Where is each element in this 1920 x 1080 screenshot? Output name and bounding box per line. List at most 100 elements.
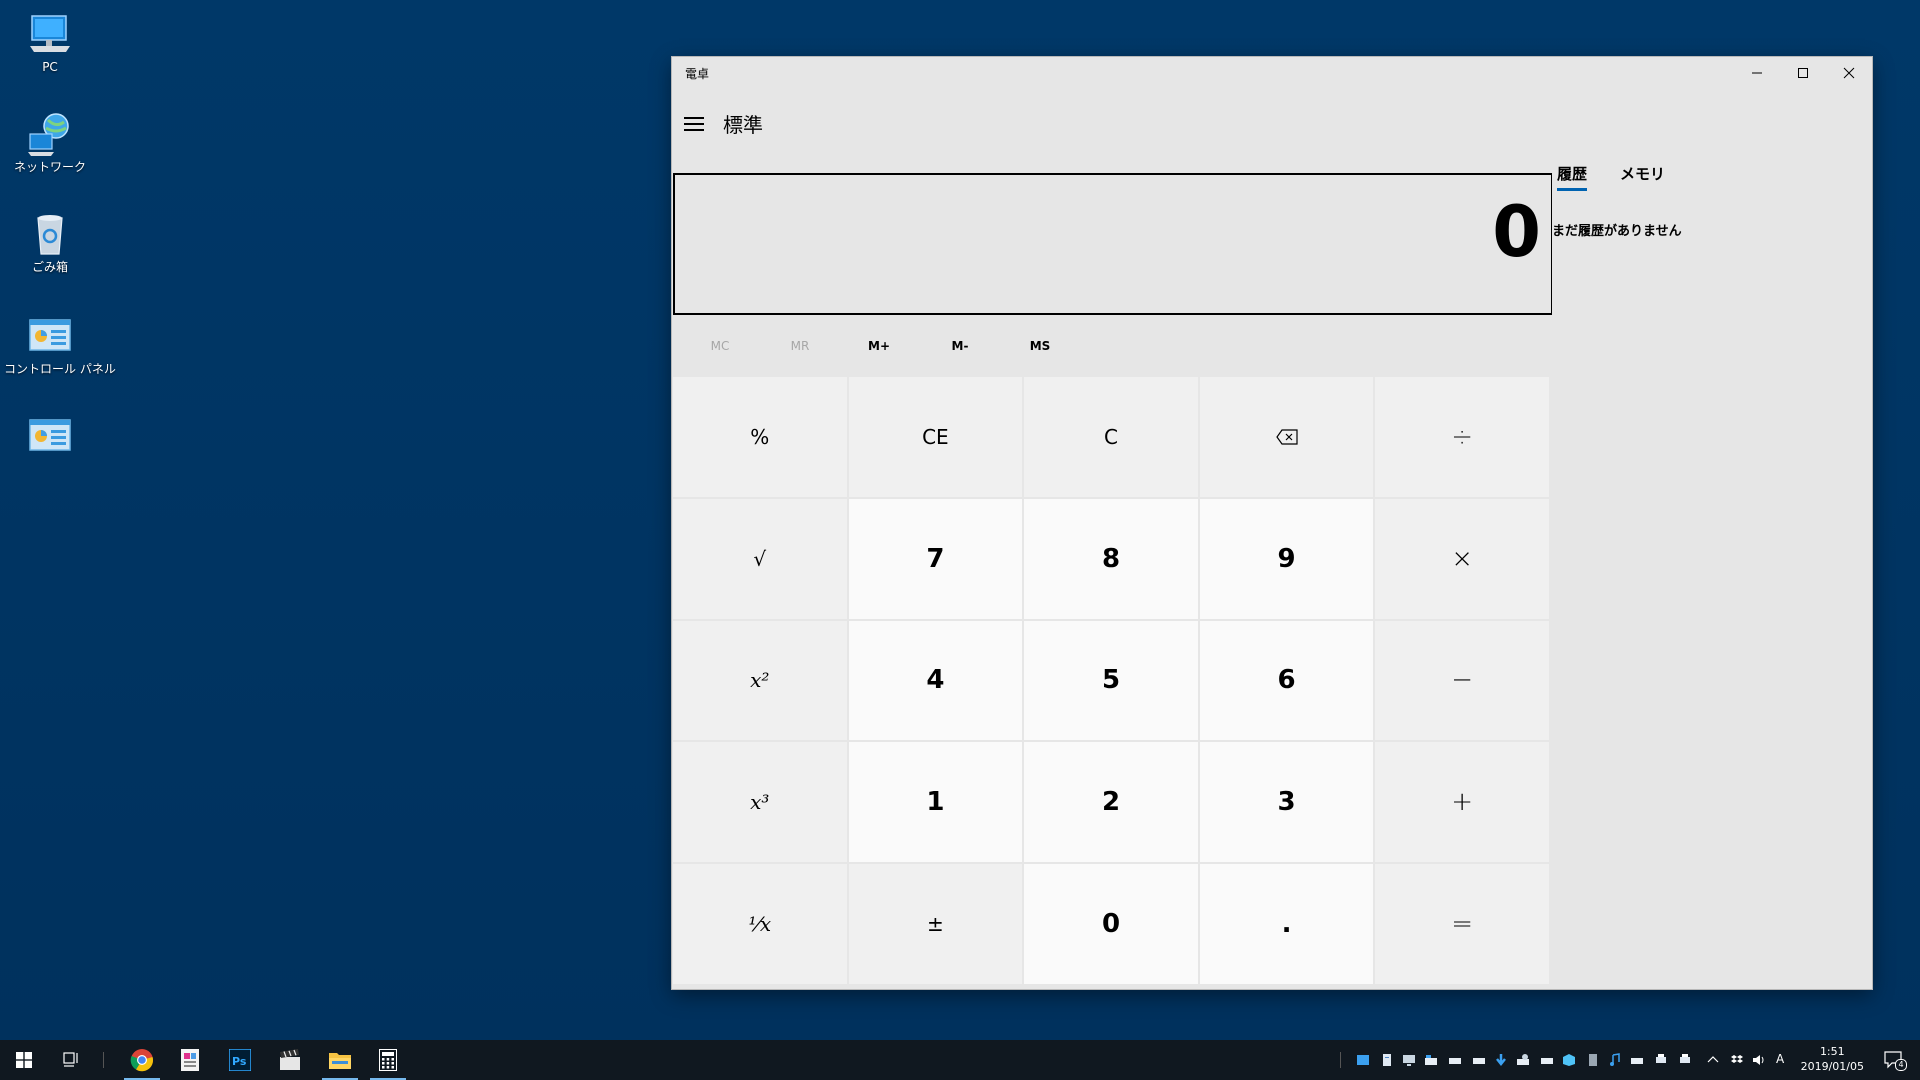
pc-icon bbox=[26, 10, 74, 58]
display-value: 0 bbox=[1492, 191, 1541, 273]
negate-button[interactable]: ± bbox=[848, 864, 1023, 984]
digit-5-button[interactable]: 5 bbox=[1024, 620, 1198, 741]
desktop-icon-label: PC bbox=[42, 60, 58, 74]
tab-history[interactable]: 履歴 bbox=[1557, 163, 1587, 184]
digit-4-button[interactable]: 4 bbox=[848, 620, 1023, 741]
title-bar[interactable]: 電卓 bbox=[672, 57, 1872, 89]
digit-0-button[interactable]: 0 bbox=[1024, 864, 1198, 984]
minimize-icon bbox=[1752, 72, 1762, 74]
backspace-icon bbox=[1275, 429, 1298, 445]
taskbar-file-explorer[interactable] bbox=[316, 1040, 364, 1080]
desktop: PC ネットワーク ごみ箱 コントロール パネル 電卓 標準 0 MC MR M… bbox=[0, 0, 1920, 1040]
volume-icon[interactable] bbox=[1752, 1053, 1766, 1067]
close-icon bbox=[1843, 67, 1855, 79]
reciprocal-button[interactable]: ¹⁄x bbox=[673, 864, 847, 984]
clock-date: 2019/01/05 bbox=[1800, 1060, 1864, 1073]
taskbar-movie-maker[interactable] bbox=[266, 1040, 314, 1080]
mode-title: 標準 bbox=[723, 113, 763, 137]
cube-button[interactable]: x³ bbox=[673, 742, 847, 863]
add-button[interactable]: + bbox=[1375, 742, 1549, 863]
start-button[interactable] bbox=[0, 1040, 48, 1080]
memory-recall-button[interactable]: MR bbox=[760, 321, 840, 371]
digit-2-button[interactable]: 2 bbox=[1024, 742, 1198, 863]
calculator-window: 電卓 標準 0 MC MR M+ M- MS % CE C ÷ √ 7 8 9 … bbox=[672, 57, 1872, 989]
tray-download-icon[interactable] bbox=[1494, 1053, 1508, 1067]
tray-app-icon[interactable] bbox=[1356, 1053, 1370, 1067]
maximize-icon bbox=[1798, 68, 1808, 78]
memory-subtract-button[interactable]: M- bbox=[920, 321, 1000, 371]
svg-text:Ps: Ps bbox=[232, 1055, 247, 1068]
digit-7-button[interactable]: 7 bbox=[848, 498, 1023, 619]
folder-icon bbox=[329, 1053, 351, 1069]
desktop-icon-label: ごみ箱 bbox=[31, 260, 68, 274]
taskbar-separator bbox=[103, 1052, 104, 1068]
hamburger-menu-button[interactable] bbox=[684, 117, 704, 133]
memory-clear-button[interactable]: MC bbox=[680, 321, 760, 371]
hamburger-icon-line bbox=[684, 129, 704, 131]
desktop-icon-control-panel-2[interactable] bbox=[4, 412, 96, 462]
taskbar-app-2[interactable] bbox=[166, 1040, 214, 1080]
ime-indicator[interactable]: A bbox=[1776, 1052, 1784, 1066]
dropbox-icon[interactable] bbox=[1730, 1053, 1744, 1067]
desktop-icon-pc[interactable]: PC bbox=[4, 10, 96, 74]
desktop-icon-recycle-bin[interactable]: ごみ箱 bbox=[4, 210, 96, 274]
close-button[interactable] bbox=[1826, 57, 1872, 89]
digit-9-button[interactable]: 9 bbox=[1199, 498, 1374, 619]
calculator-icon bbox=[379, 1049, 397, 1071]
desktop-icon-network[interactable]: ネットワーク bbox=[4, 110, 96, 174]
digit-1-button[interactable]: 1 bbox=[848, 742, 1023, 863]
action-center-button[interactable]: 4 bbox=[1884, 1051, 1907, 1071]
backspace-button[interactable] bbox=[1199, 377, 1374, 497]
equals-button[interactable]: = bbox=[1375, 864, 1549, 984]
tray-document-icon[interactable] bbox=[1380, 1053, 1394, 1067]
maximize-button[interactable] bbox=[1780, 57, 1826, 89]
taskbar-calculator[interactable] bbox=[364, 1040, 412, 1080]
chevron-up-icon[interactable] bbox=[1706, 1053, 1720, 1067]
divide-button[interactable]: ÷ bbox=[1375, 377, 1549, 497]
square-button[interactable]: x² bbox=[673, 620, 847, 741]
taskbar-clock[interactable]: 1:51 2019/01/05 bbox=[1801, 1044, 1864, 1074]
tray-network-drive-icon[interactable] bbox=[1516, 1053, 1530, 1067]
tray-printer-icon[interactable] bbox=[1678, 1053, 1692, 1067]
recycle-bin-icon bbox=[26, 210, 74, 258]
subtract-button[interactable]: − bbox=[1375, 620, 1549, 741]
tray-drive-icon[interactable] bbox=[1448, 1053, 1462, 1067]
digit-3-button[interactable]: 3 bbox=[1199, 742, 1374, 863]
taskbar-photoshop[interactable]: Ps bbox=[216, 1040, 264, 1080]
tray-drive-icon[interactable] bbox=[1630, 1053, 1644, 1067]
tray-music-icon[interactable] bbox=[1608, 1053, 1622, 1067]
tab-memory[interactable]: メモリ bbox=[1620, 163, 1665, 184]
clock-time: 1:51 bbox=[1819, 1045, 1845, 1058]
memory-store-button[interactable]: MS bbox=[1000, 321, 1080, 371]
desktop-icon-label: ネットワーク bbox=[13, 160, 86, 174]
clear-entry-button[interactable]: CE bbox=[848, 377, 1023, 497]
network-icon bbox=[26, 110, 74, 158]
photoshop-icon: Ps bbox=[229, 1049, 251, 1071]
square-root-button[interactable]: √ bbox=[673, 498, 847, 619]
minimize-button[interactable] bbox=[1734, 57, 1780, 89]
memory-add-button[interactable]: M+ bbox=[839, 321, 919, 371]
tray-monitor-icon[interactable] bbox=[1402, 1053, 1416, 1067]
taskbar-chrome[interactable] bbox=[118, 1040, 166, 1080]
desktop-icon-label: コントロール パネル bbox=[4, 362, 116, 376]
hamburger-icon-line bbox=[684, 123, 704, 125]
history-panel: 履歴 メモリ まだ履歴がありません bbox=[1552, 89, 1872, 989]
tray-drive-folder-icon[interactable] bbox=[1424, 1053, 1438, 1067]
tray-drive-icon[interactable] bbox=[1472, 1053, 1486, 1067]
tray-drive-icon[interactable] bbox=[1540, 1053, 1554, 1067]
digit-6-button[interactable]: 6 bbox=[1199, 620, 1374, 741]
desktop-icon-control-panel[interactable]: コントロール パネル bbox=[4, 312, 116, 376]
result-display: 0 bbox=[673, 173, 1553, 315]
clear-button[interactable]: C bbox=[1024, 377, 1198, 497]
document-app-icon bbox=[181, 1049, 199, 1071]
percent-button[interactable]: % bbox=[673, 377, 847, 497]
task-view-button[interactable] bbox=[48, 1040, 96, 1080]
multiply-button[interactable]: × bbox=[1375, 498, 1549, 619]
tray-box-icon[interactable] bbox=[1562, 1053, 1576, 1067]
tray-printer-icon[interactable] bbox=[1654, 1053, 1668, 1067]
chrome-icon bbox=[130, 1049, 154, 1072]
windows-logo-icon bbox=[16, 1052, 32, 1068]
decimal-button[interactable]: . bbox=[1199, 864, 1374, 984]
digit-8-button[interactable]: 8 bbox=[1024, 498, 1198, 619]
tray-server-icon[interactable] bbox=[1586, 1053, 1600, 1067]
